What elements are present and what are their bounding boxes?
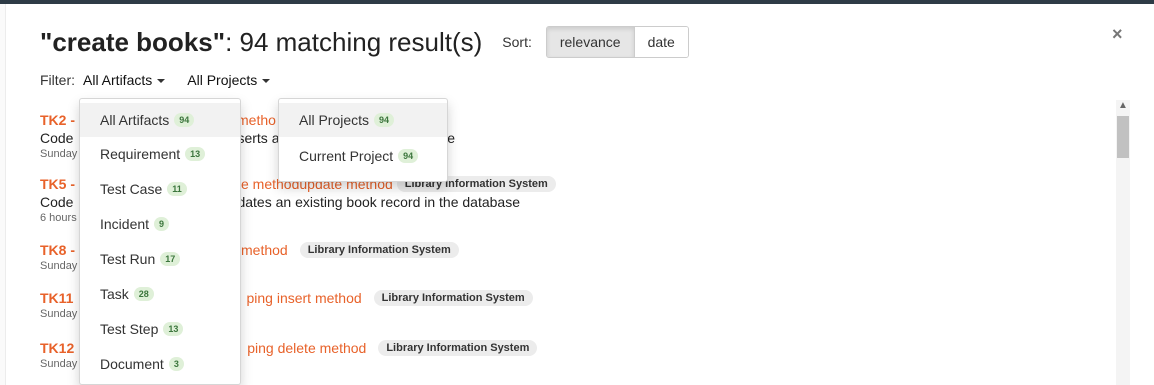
search-query: "create books" <box>40 26 226 57</box>
menu-item-all-artifacts[interactable]: All Artifacts 94 <box>80 103 240 137</box>
menu-item-label: Test Step <box>100 321 159 337</box>
project-filter-value: All Projects <box>187 72 258 88</box>
caret-down-icon <box>157 79 166 84</box>
close-icon[interactable]: × <box>1112 24 1123 45</box>
menu-item-task[interactable]: Task 28 <box>80 277 240 311</box>
scroll-up-icon[interactable]: ▲ <box>1118 101 1128 111</box>
result-title[interactable]: method <box>241 242 288 258</box>
page-title: "create books": 94 matching result(s) <box>40 27 482 58</box>
result-count: : 94 matching result(s) <box>225 26 483 57</box>
menu-item-incident[interactable]: Incident 9 <box>80 207 240 241</box>
menu-item-test-case[interactable]: Test Case 11 <box>80 172 240 206</box>
menu-item-label: Test Case <box>100 181 163 197</box>
dialog-header: "create books": 94 matching result(s) So… <box>40 26 689 58</box>
count-badge: 94 <box>398 149 419 163</box>
count-badge: 94 <box>374 113 395 127</box>
menu-item-all-projects[interactable]: All Projects 94 <box>279 103 447 137</box>
sort-date-button[interactable]: date <box>634 27 688 57</box>
menu-item-label: Incident <box>100 216 150 232</box>
count-badge: 28 <box>133 287 154 301</box>
sort-label: Sort: <box>502 34 532 50</box>
count-badge: 11 <box>167 182 187 196</box>
result-description: Code <box>40 130 74 146</box>
search-results-dialog: "create books": 94 matching result(s) So… <box>6 4 1154 385</box>
filter-bar: Filter: All Artifacts All Projects <box>40 72 292 88</box>
result-key[interactable]: TK11 <box>40 290 73 306</box>
artifact-filter-value: All Artifacts <box>83 72 153 88</box>
project-badge: Library Information System <box>373 290 533 306</box>
caret-down-icon <box>262 79 271 84</box>
count-badge: 13 <box>163 322 184 336</box>
scroll-thumb[interactable] <box>1117 116 1129 158</box>
result-description-tail: serts a <box>237 130 280 146</box>
sort-relevance-button[interactable]: relevance <box>546 27 635 57</box>
count-badge: 3 <box>168 357 184 371</box>
results-scrollbar[interactable]: ▲ <box>1116 100 1130 385</box>
result-title[interactable]: ping insert method <box>246 290 361 306</box>
menu-item-label: Requirement <box>100 146 181 162</box>
menu-item-requirement[interactable]: Requirement 13 <box>80 137 240 171</box>
count-badge: 9 <box>154 217 170 231</box>
result-title[interactable]: ping delete method <box>247 340 366 356</box>
count-badge: 13 <box>185 147 206 161</box>
menu-item-test-step[interactable]: Test Step 13 <box>80 312 240 346</box>
filter-label: Filter: <box>40 72 75 88</box>
count-badge: 94 <box>174 113 195 127</box>
project-badge: Library Information System <box>378 340 538 356</box>
menu-item-label: Task <box>100 286 129 302</box>
menu-item-test-run[interactable]: Test Run 17 <box>80 242 240 276</box>
menu-item-current-project[interactable]: Current Project 94 <box>279 139 447 173</box>
project-filter-dropdown[interactable]: All Projects <box>187 72 271 88</box>
menu-item-label: All Artifacts <box>100 112 170 128</box>
count-badge: 17 <box>160 252 181 266</box>
result-key[interactable]: TK8 - <box>40 242 75 258</box>
menu-item-label: All Projects <box>299 112 370 128</box>
project-badge: Library Information System <box>299 242 459 258</box>
result-description-tail: dates an existing book record in the dat… <box>237 194 520 210</box>
artifact-filter-menu: All Artifacts 94 Requirement 13 Test Case 1… <box>79 98 241 385</box>
menu-item-label: Document <box>100 356 164 372</box>
result-description: Code <box>40 194 74 210</box>
menu-item-label: Test Run <box>100 251 156 267</box>
result-key[interactable]: TK5 - <box>40 176 75 192</box>
artifact-filter-dropdown[interactable]: All Artifacts <box>83 72 166 88</box>
result-title[interactable]: metho <box>237 112 276 128</box>
menu-item-label: Current Project <box>299 148 394 164</box>
project-filter-menu: All Projects 94 Current Project 94 <box>278 98 448 182</box>
menu-item-document[interactable]: Document 3 <box>80 347 240 381</box>
result-key[interactable]: TK2 - <box>40 112 75 128</box>
result-key[interactable]: TK12 <box>40 340 74 356</box>
sort-toggle: relevance date <box>545 26 689 58</box>
